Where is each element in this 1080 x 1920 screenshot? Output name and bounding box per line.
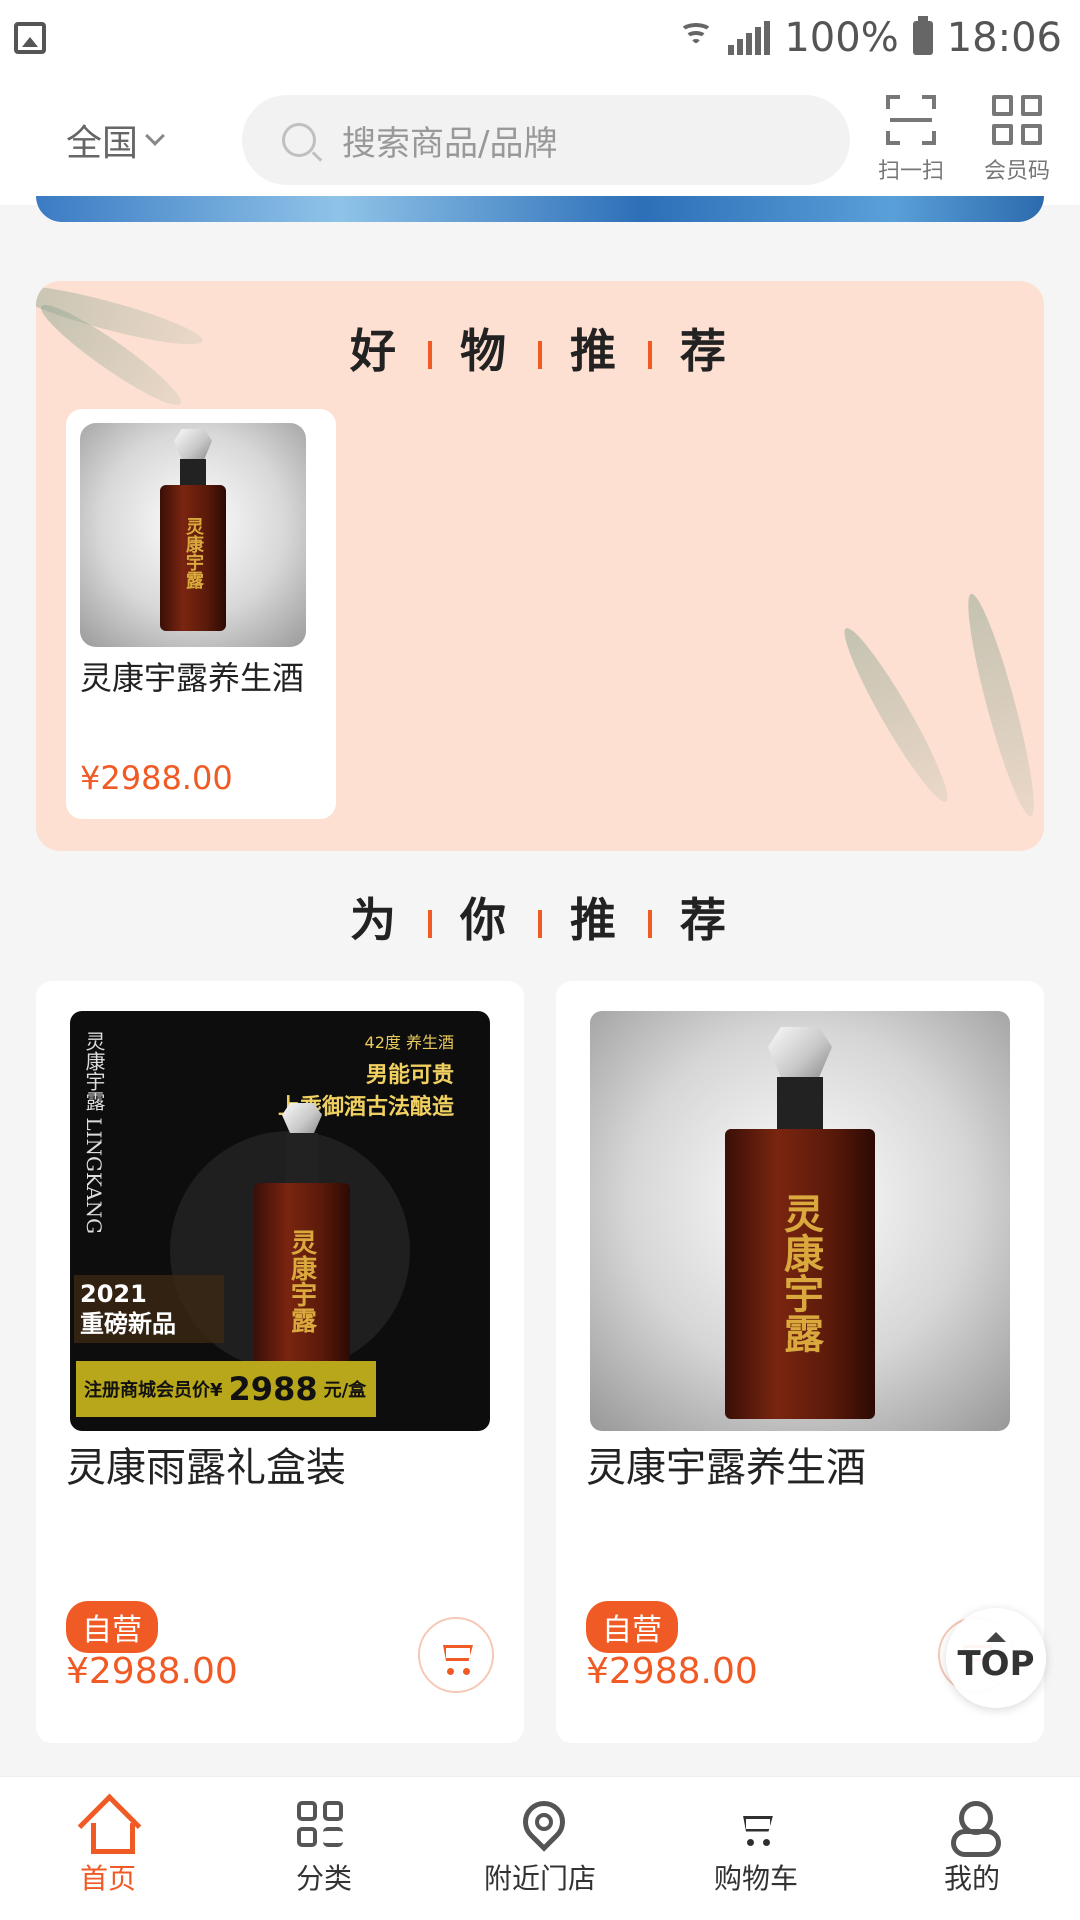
clock: 18:06 [946, 14, 1062, 61]
self-operated-badge: 自营 [586, 1601, 678, 1653]
nav-home[interactable]: 首页 [0, 1777, 216, 1920]
banner-carousel[interactable] [36, 196, 1044, 222]
product-name: 灵康宇露养生酒 [586, 1445, 866, 1491]
product-image: 灵康宇露 LINGKANG 42度 养生酒 男能可贵 上乘御酒古法酿造 灵康宇露… [70, 1011, 490, 1431]
battery-icon [912, 15, 933, 55]
member-code-label: 会员码 [984, 159, 1051, 184]
status-bar: 100% 18:06 [0, 0, 1080, 75]
back-to-top-button[interactable]: TOP [946, 1608, 1046, 1708]
scan-label: 扫一扫 [878, 159, 945, 184]
product-name: 灵康宇露养生酒 [80, 659, 305, 697]
decorative-leaf [833, 621, 959, 809]
product-price: ¥2988.00 [586, 1651, 758, 1692]
region-label: 全国 [66, 123, 139, 164]
decorative-leaf [957, 590, 1044, 820]
search-placeholder: 搜索商品/品牌 [342, 123, 558, 164]
nav-nearby-stores[interactable]: 附近门店 [432, 1777, 648, 1920]
signal-icon [728, 20, 771, 55]
product-image: 灵康宇露 [80, 423, 306, 647]
search-icon [282, 123, 316, 157]
good-recommend-section: 好物推荐 灵康宇露 灵康宇露养生酒 ¥2988.00 [36, 281, 1044, 851]
cart-icon [729, 1801, 783, 1851]
nav-category[interactable]: 分类 [216, 1777, 432, 1920]
cart-icon [439, 1641, 473, 1675]
user-icon [945, 1800, 1001, 1857]
wifi-icon [678, 21, 714, 55]
scan-icon [886, 95, 936, 145]
product-image: 灵康宇露 [590, 1011, 1010, 1431]
search-input[interactable]: 搜索商品/品牌 [242, 95, 850, 185]
battery-percent: 100% [784, 14, 899, 61]
category-icon [297, 1800, 351, 1851]
nav-cart[interactable]: 购物车 [648, 1777, 864, 1920]
scan-button[interactable]: 扫一扫 [878, 95, 944, 185]
member-code-button[interactable]: 会员码 [984, 95, 1050, 185]
nav-mine[interactable]: 我的 [864, 1777, 1080, 1920]
top-header: 全国 搜索商品/品牌 扫一扫 会员码 [0, 75, 1080, 205]
product-card[interactable]: 灵康宇露 LINGKANG 42度 养生酒 男能可贵 上乘御酒古法酿造 灵康宇露… [36, 981, 524, 1743]
for-you-title: 为你推荐 [350, 893, 730, 947]
good-product-card[interactable]: 灵康宇露 灵康宇露养生酒 ¥2988.00 [66, 409, 336, 819]
bottom-nav: 首页 分类 附近门店 购物车 我的 [0, 1776, 1080, 1920]
chevron-down-icon [145, 126, 165, 146]
product-name: 灵康雨露礼盒装 [66, 1445, 346, 1491]
gallery-notification-icon [14, 21, 46, 54]
home-icon [81, 1801, 135, 1854]
arrow-up-icon [986, 1632, 1006, 1642]
good-recommend-title: 好物推荐 [350, 324, 730, 378]
add-to-cart-button[interactable] [418, 1617, 494, 1693]
qr-code-icon [992, 95, 1042, 145]
region-selector[interactable]: 全国 [66, 114, 242, 166]
product-price: ¥2988.00 [80, 759, 233, 797]
location-icon [513, 1801, 567, 1851]
product-price: ¥2988.00 [66, 1651, 238, 1692]
self-operated-badge: 自营 [66, 1601, 158, 1653]
